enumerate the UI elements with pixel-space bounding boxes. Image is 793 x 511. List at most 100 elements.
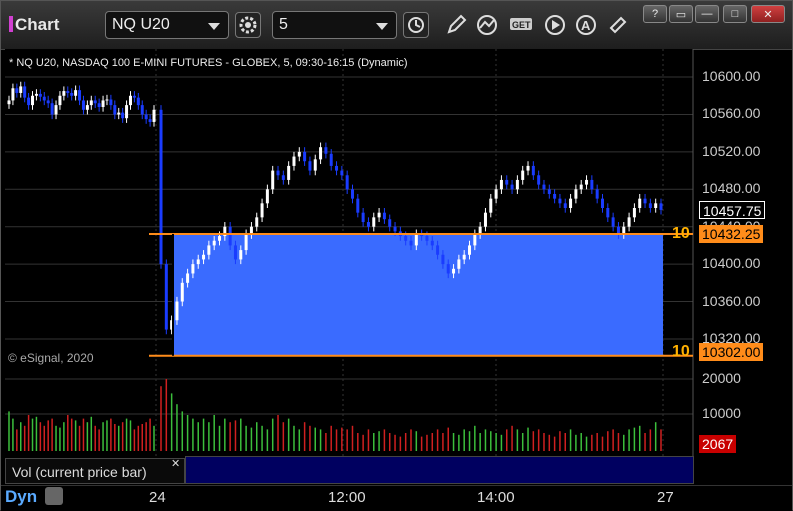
- candle: [148, 119, 152, 122]
- candle: [547, 189, 551, 194]
- candle: [510, 184, 514, 190]
- restore-button[interactable]: ▭: [669, 5, 693, 23]
- close-button[interactable]: ✕: [751, 5, 785, 23]
- pencil-icon[interactable]: [443, 12, 469, 38]
- candle: [244, 234, 248, 251]
- candle: [19, 86, 23, 93]
- candle: [489, 198, 493, 213]
- candle: [606, 208, 610, 218]
- candle: [590, 179, 594, 190]
- candle: [452, 268, 456, 274]
- candle: [324, 147, 328, 154]
- candle: [191, 264, 195, 274]
- candle: [113, 105, 117, 115]
- candle: [563, 203, 567, 208]
- candle: [499, 179, 503, 190]
- candle: [121, 112, 125, 119]
- interval-combo[interactable]: 5: [272, 11, 397, 39]
- current-volume-badge: 2067: [699, 435, 737, 453]
- candle: [7, 100, 11, 105]
- candle: [42, 96, 46, 101]
- svg-text:A: A: [581, 18, 591, 33]
- get-icon[interactable]: GET: [507, 12, 537, 38]
- dyn-label[interactable]: Dyn: [5, 487, 37, 507]
- study-icon[interactable]: [475, 12, 501, 38]
- candle: [345, 175, 349, 190]
- close-icon[interactable]: ✕: [171, 457, 180, 470]
- lock-icon[interactable]: [45, 487, 63, 505]
- volume-input-field[interactable]: [185, 456, 694, 484]
- candle: [446, 264, 450, 274]
- candle: [356, 198, 360, 213]
- x-label: 24: [149, 489, 166, 506]
- candle: [627, 217, 631, 227]
- candle: [233, 245, 237, 260]
- candle: [74, 90, 78, 96]
- candle: [409, 240, 413, 246]
- candle: [494, 189, 498, 199]
- candle: [372, 217, 376, 227]
- maximize-button[interactable]: □: [723, 5, 747, 23]
- price-chart[interactable]: [1, 49, 792, 369]
- candle: [34, 93, 38, 96]
- candle: [260, 203, 264, 218]
- chart-description: * NQ U20, NASDAQ 100 E-MINI FUTURES - GL…: [9, 57, 408, 69]
- candle: [585, 179, 589, 185]
- candle: [31, 95, 35, 106]
- candle: [483, 212, 487, 227]
- candle: [313, 159, 317, 171]
- candle: [140, 105, 144, 115]
- candle: [265, 189, 269, 204]
- candle: [425, 236, 429, 241]
- price-ytick: 10600.00: [702, 68, 761, 85]
- chart-window: Chart NQ U20 5 GET A ? ▭ — □ ✕ * NQ U20,…: [0, 0, 793, 511]
- upper-level-size: 10: [672, 225, 690, 242]
- lower-level-price[interactable]: 10302.00: [699, 343, 764, 361]
- clock-icon[interactable]: [403, 12, 429, 38]
- candle: [276, 170, 280, 176]
- window-color-mark: [9, 16, 13, 32]
- candle: [515, 179, 519, 190]
- candle: [303, 151, 307, 162]
- window-title: Chart: [9, 15, 59, 35]
- x-label: 14:00: [477, 489, 515, 506]
- candle: [202, 254, 206, 260]
- candle: [196, 259, 200, 265]
- candle: [531, 165, 535, 176]
- volume-chart[interactable]: [1, 369, 792, 459]
- candle: [136, 97, 140, 106]
- candle: [659, 203, 663, 210]
- x-label: 12:00: [328, 489, 366, 506]
- candle: [414, 234, 418, 246]
- candle: [638, 198, 642, 208]
- upper-level-price[interactable]: 10432.25: [699, 225, 764, 243]
- candle: [441, 254, 445, 265]
- chevron-down-icon[interactable]: [208, 23, 220, 30]
- candle: [81, 100, 85, 110]
- settings-gear-icon[interactable]: [235, 12, 261, 38]
- svg-text:GET: GET: [512, 20, 531, 30]
- symbol-combo[interactable]: NQ U20: [105, 11, 229, 39]
- link-icon[interactable]: [605, 12, 631, 38]
- candle: [569, 198, 573, 208]
- symbol-value: NQ U20: [112, 16, 170, 33]
- price-ytick: 10560.00: [702, 105, 761, 122]
- play-icon[interactable]: [542, 12, 568, 38]
- candle: [473, 234, 477, 246]
- candle: [542, 184, 546, 190]
- candle: [186, 273, 190, 283]
- candle: [11, 88, 15, 101]
- candle: [553, 193, 557, 199]
- candle: [15, 88, 19, 93]
- help-button[interactable]: ?: [643, 5, 667, 23]
- candle: [468, 245, 472, 255]
- candle: [297, 151, 301, 157]
- watermark: © eSignal, 2020: [8, 351, 94, 365]
- minimize-button[interactable]: —: [695, 5, 719, 23]
- candle: [159, 109, 163, 265]
- alert-icon[interactable]: A: [573, 12, 599, 38]
- candle: [271, 170, 275, 190]
- chevron-down-icon[interactable]: [376, 23, 388, 30]
- candle: [350, 189, 354, 199]
- x-label: 27: [657, 489, 674, 506]
